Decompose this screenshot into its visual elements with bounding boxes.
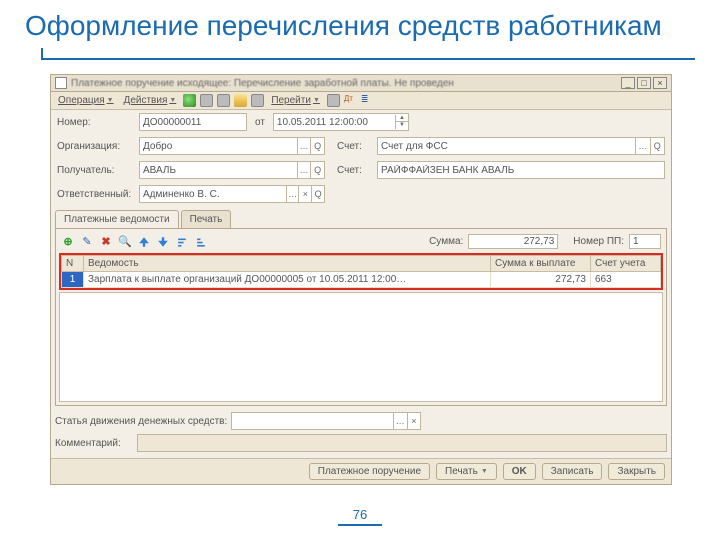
clear-icon[interactable]: × (407, 413, 421, 429)
date-spinner[interactable]: ▲▼ (395, 115, 408, 129)
ellipsis-icon[interactable]: … (297, 138, 311, 154)
page-number: 76 (0, 507, 720, 526)
move-up-icon[interactable] (137, 235, 151, 249)
sum-label: Сумма: (429, 236, 463, 247)
save-button[interactable]: Записать (542, 463, 603, 480)
ellipsis-icon[interactable]: … (393, 413, 407, 429)
payment-order-button[interactable]: Платежное поручение (309, 463, 430, 480)
row-vedomost: Зарплата к выплате организаций ДО0000000… (84, 272, 491, 288)
footer-buttons: Платежное поручение Печать▼ OK Записать … (51, 458, 671, 484)
comment-label: Комментарий: (55, 438, 133, 449)
main-toolbar: Операция ▼ Действия ▼ Перейти ▼ Дт ≣ (51, 92, 671, 110)
resp-label: Ответственный: (57, 189, 135, 200)
tab-vedomosti[interactable]: Платежные ведомости (55, 210, 179, 228)
restore-button[interactable]: □ (637, 77, 651, 89)
help-icon[interactable] (327, 94, 340, 107)
grid-empty-area (59, 292, 663, 402)
recv-label: Получатель: (57, 165, 135, 176)
title-divider (25, 48, 695, 62)
move-down-icon[interactable] (156, 235, 170, 249)
grid-highlight: N Ведомость Сумма к выплате Счет учета 1… (59, 253, 663, 290)
cashflow-label: Статья движения денежных средств: (55, 416, 227, 427)
row-account: 663 (591, 272, 661, 288)
app-window: Платежное поручение исходящее: Перечисле… (50, 74, 672, 485)
ellipsis-icon[interactable]: … (286, 186, 299, 202)
recv-input[interactable]: … Q (139, 161, 325, 179)
slide-title: Оформление перечисления средств работник… (0, 0, 720, 46)
lookup-icon[interactable]: Q (650, 138, 664, 154)
col-sum[interactable]: Сумма к выплате (491, 256, 591, 272)
window-title: Платежное поручение исходящее: Перечисле… (71, 78, 454, 89)
col-vedomost[interactable]: Ведомость (84, 256, 491, 272)
actions-menu[interactable]: Действия ▼ (121, 94, 180, 107)
date-input[interactable]: ▲▼ (273, 113, 409, 131)
close-button[interactable]: × (653, 77, 667, 89)
npp-value[interactable]: 1 (629, 234, 661, 249)
tab-print[interactable]: Печать (181, 210, 232, 228)
acc-input[interactable]: … Q (377, 137, 665, 155)
refresh-icon[interactable] (234, 94, 247, 107)
post-icon[interactable] (183, 94, 196, 107)
org-input[interactable]: … Q (139, 137, 325, 155)
save-icon[interactable] (200, 94, 213, 107)
org-label: Организация: (57, 141, 135, 152)
print-button[interactable]: Печать▼ (436, 463, 497, 480)
ellipsis-icon[interactable]: … (635, 138, 649, 154)
goto-menu[interactable]: Перейти ▼ (268, 94, 323, 107)
ellipsis-icon[interactable]: … (297, 162, 311, 178)
grid-table: N Ведомость Сумма к выплате Счет учета 1… (61, 255, 661, 288)
dt-kt-icon[interactable]: Дт (344, 94, 357, 107)
from-label: от (255, 117, 265, 128)
lookup-icon[interactable]: Q (310, 138, 324, 154)
find-icon[interactable]: 🔍 (118, 235, 132, 249)
edit-row-icon[interactable]: ✎ (80, 235, 94, 249)
col-n[interactable]: N (62, 256, 84, 272)
delete-row-icon[interactable]: ✖ (99, 235, 113, 249)
number-label: Номер: (57, 117, 135, 128)
tab-panel: ⊕ ✎ ✖ 🔍 Сумма: 272,73 Номер ПП: 1 N Ведо… (55, 228, 667, 406)
lookup-icon[interactable]: Q (311, 186, 324, 202)
bank-label: Счет: (337, 165, 373, 176)
ok-button[interactable]: OK (503, 463, 536, 480)
grid-toolbar: ⊕ ✎ ✖ 🔍 Сумма: 272,73 Номер ПП: 1 (59, 232, 663, 253)
sum-value: 272,73 (468, 234, 558, 249)
resp-input[interactable]: … × Q (139, 185, 325, 203)
sort-asc-icon[interactable] (175, 235, 189, 249)
sort-desc-icon[interactable] (194, 235, 208, 249)
titlebar: Платежное поручение исходящее: Перечисле… (51, 75, 671, 92)
number-input[interactable] (139, 113, 247, 131)
lookup-icon[interactable]: Q (310, 162, 324, 178)
close-footer-button[interactable]: Закрыть (608, 463, 665, 480)
npp-label: Номер ПП: (573, 236, 624, 247)
structure-icon[interactable] (251, 94, 264, 107)
bank-input[interactable] (377, 161, 665, 179)
col-account[interactable]: Счет учета (591, 256, 661, 272)
window-icon (55, 77, 67, 89)
row-sum: 272,73 (491, 272, 591, 288)
table-row[interactable]: 1 Зарплата к выплате организаций ДО00000… (62, 272, 661, 288)
clear-icon[interactable]: × (298, 186, 311, 202)
acc-label: Счет: (337, 141, 373, 152)
tabbar: Платежные ведомости Печать (51, 210, 671, 228)
copy-icon[interactable] (217, 94, 230, 107)
minimize-button[interactable]: _ (621, 77, 635, 89)
settings-icon[interactable]: ≣ (361, 94, 374, 107)
row-n: 1 (62, 272, 84, 288)
cashflow-input[interactable]: … × (231, 412, 421, 430)
add-row-icon[interactable]: ⊕ (61, 235, 75, 249)
operation-menu[interactable]: Операция ▼ (55, 94, 117, 107)
comment-input[interactable] (137, 434, 667, 452)
